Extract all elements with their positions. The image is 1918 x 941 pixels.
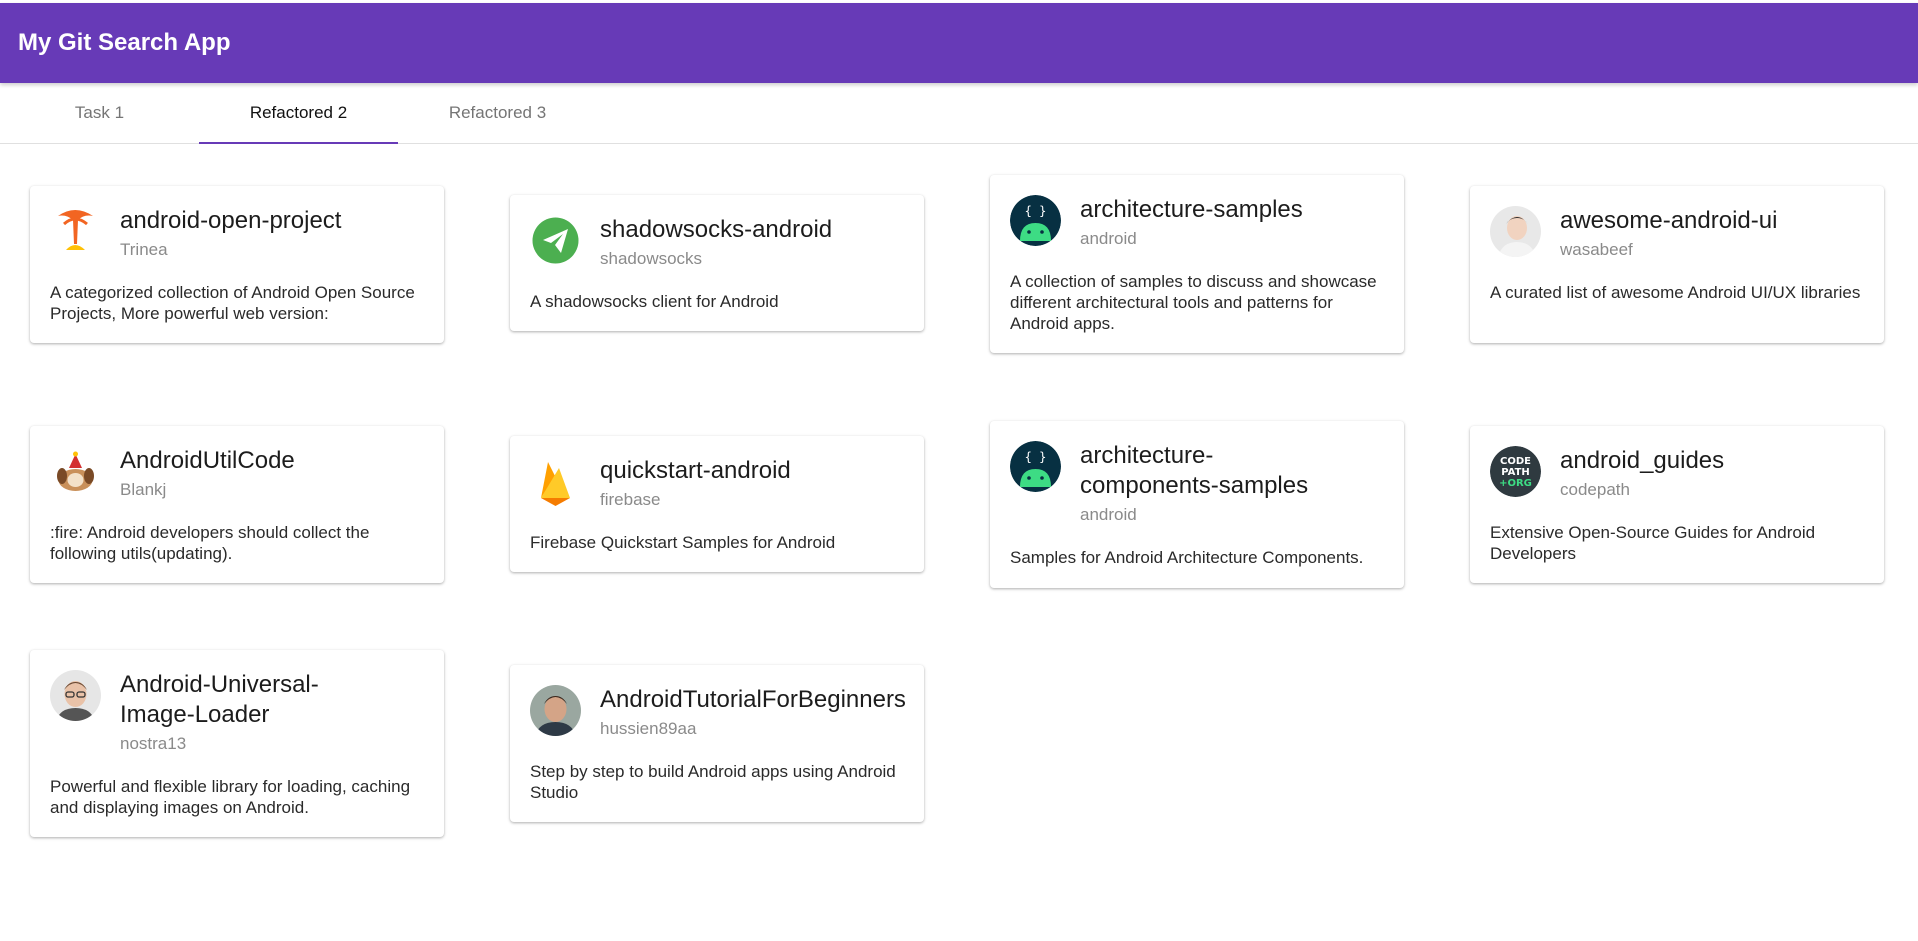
android-braces-icon: { } [1010,195,1061,246]
repo-card[interactable]: CODE PATH +ORG android_guides codepath E… [1470,426,1884,583]
repo-description: A categorized collection of Android Open… [50,283,415,323]
svg-text:{ }: { } [1025,450,1047,464]
repo-owner: codepath [1560,480,1630,499]
repo-name[interactable]: quickstart-android [600,456,924,486]
repo-card[interactable]: awesome-android-ui wasabeef A curated li… [1470,186,1884,343]
repo-name[interactable]: architecture-samples [1080,195,1404,225]
tab-bar: Task 1 Refactored 2 Refactored 3 [0,83,1918,144]
app-bar: My Git Search App [0,3,1918,83]
repo-description: A collection of samples to discuss and s… [1010,272,1377,333]
user-photo-icon [1490,206,1541,257]
repo-name[interactable]: AndroidTutorialForBeginners [600,685,924,715]
repo-card[interactable]: android-open-project Trinea A categorize… [30,186,444,343]
repo-name[interactable]: android-open-project [120,206,444,236]
repo-owner: android [1080,505,1137,524]
codepath-logo-text: CODE [1500,456,1531,467]
repo-owner: hussien89aa [600,719,697,738]
repo-name[interactable]: architecture- components-samples [1080,441,1404,501]
repo-owner: shadowsocks [600,249,703,268]
repo-card[interactable]: { } architecture-samples android A colle… [990,175,1404,353]
repo-owner: nostra13 [120,734,187,753]
repo-card[interactable]: Android-Universal- Image-Loader nostra13… [30,650,444,837]
repo-description: :fire: Android developers should collect… [50,523,370,563]
dog-icon [50,446,101,497]
codepath-logo-text: PATH [1501,467,1530,478]
repo-owner: firebase [600,490,661,509]
repo-description: Samples for Android Architecture Compone… [1010,548,1364,567]
tab-task-1[interactable]: Task 1 [0,83,199,143]
user-photo-icon [530,685,581,736]
svg-text:{ }: { } [1025,204,1047,218]
repo-owner: Trinea [120,240,168,259]
repo-description: Powerful and flexible library for loadin… [50,777,411,817]
repo-description: Firebase Quickstart Samples for Android [530,533,836,552]
repo-name-line: Android-Universal- [120,671,319,698]
repo-name-line: architecture- [1080,442,1214,469]
tab-refactored-2[interactable]: Refactored 2 [199,83,398,144]
android-braces-icon: { } [1010,441,1061,492]
repo-description: A shadowsocks client for Android [530,292,779,311]
repo-card[interactable]: AndroidTutorialForBeginners hussien89aa … [510,665,924,822]
paper-plane-icon [530,215,581,266]
repo-owner: android [1080,229,1137,248]
tree-logo-icon [50,206,101,257]
repo-card[interactable]: quickstart-android firebase Firebase Qui… [510,436,924,572]
repo-description: Extensive Open-Source Guides for Android… [1490,523,1816,563]
app-title: My Git Search App [18,29,231,56]
repo-card[interactable]: { } architecture- components-samples and… [990,421,1404,588]
repo-name[interactable]: Android-Universal- Image-Loader [120,670,444,730]
repo-owner: Blankj [120,480,167,499]
repo-description: Step by step to build Android apps using… [530,762,896,802]
codepath-logo-text: +ORG [1499,478,1532,489]
firebase-flame-icon [530,456,581,507]
repo-name[interactable]: android_guides [1560,446,1884,476]
repo-card[interactable]: AndroidUtilCode Blankj :fire: Android de… [30,426,444,583]
tab-refactored-3[interactable]: Refactored 3 [398,83,597,143]
repo-name[interactable]: AndroidUtilCode [120,446,444,476]
repo-name[interactable]: shadowsocks-android [600,215,924,245]
repo-description: A curated list of awesome Android UI/UX … [1490,283,1861,302]
repo-owner: wasabeef [1560,240,1633,259]
repo-card[interactable]: shadowsocks-android shadowsocks A shadow… [510,195,924,331]
repo-name[interactable]: awesome-android-ui [1560,206,1884,236]
user-photo-icon [50,670,101,721]
codepath-logo-icon: CODE PATH +ORG [1490,446,1541,497]
repo-name-line: Image-Loader [120,701,270,728]
repo-name-line: components-samples [1080,472,1309,499]
